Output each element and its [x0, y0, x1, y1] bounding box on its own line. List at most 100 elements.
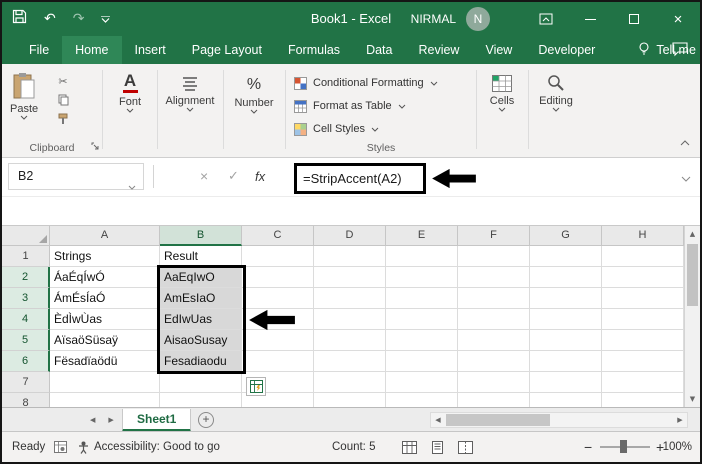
tab-home[interactable]: Home: [62, 36, 122, 64]
cell-A4[interactable]: ÈdÌwÙas: [50, 309, 160, 330]
cell-H2[interactable]: [602, 267, 684, 288]
editing-group-button[interactable]: Editing: [530, 64, 582, 112]
column-header-G[interactable]: G: [530, 226, 602, 246]
vertical-scrollbar[interactable]: ▲ ▼: [684, 226, 700, 407]
tab-file[interactable]: File: [16, 36, 62, 64]
cut-button[interactable]: ✂: [54, 73, 72, 89]
cell-F6[interactable]: [458, 351, 530, 372]
cell-C2[interactable]: [242, 267, 314, 288]
cell-C6[interactable]: [242, 351, 314, 372]
cell-A2[interactable]: ÁaÉqÍwÓ: [50, 267, 160, 288]
cell-G8[interactable]: [530, 393, 602, 407]
format-painter-button[interactable]: [54, 111, 72, 127]
accessibility-status[interactable]: Accessibility: Good to go: [78, 432, 220, 462]
cell-G1[interactable]: [530, 246, 602, 267]
cell-D7[interactable]: [314, 372, 386, 393]
cell-styles-button[interactable]: Cell Styles: [294, 119, 379, 139]
scroll-up-button[interactable]: ▲: [685, 226, 700, 242]
cell-B2[interactable]: AaEqIwO: [160, 267, 242, 288]
tab-data[interactable]: Data: [353, 36, 405, 64]
select-all-button[interactable]: [2, 226, 50, 246]
cell-H4[interactable]: [602, 309, 684, 330]
minimize-button[interactable]: [568, 2, 612, 36]
insert-function-button[interactable]: fx: [255, 163, 265, 190]
cell-G7[interactable]: [530, 372, 602, 393]
customize-qat-button[interactable]: [101, 10, 111, 28]
cell-H8[interactable]: [602, 393, 684, 407]
cell-A5[interactable]: AïsaöSüsaÿ: [50, 330, 160, 351]
scroll-down-button[interactable]: ▼: [685, 391, 700, 407]
cell-A7[interactable]: [50, 372, 160, 393]
cell-H3[interactable]: [602, 288, 684, 309]
column-header-D[interactable]: D: [314, 226, 386, 246]
column-header-E[interactable]: E: [386, 226, 458, 246]
row-header-6[interactable]: 6: [2, 351, 50, 372]
cell-E2[interactable]: [386, 267, 458, 288]
cell-E7[interactable]: [386, 372, 458, 393]
expand-formula-bar-button[interactable]: [681, 169, 691, 187]
cell-H6[interactable]: [602, 351, 684, 372]
copy-button[interactable]: [54, 92, 72, 108]
cell-F3[interactable]: [458, 288, 530, 309]
quick-analysis-button[interactable]: [246, 377, 266, 396]
row-header-1[interactable]: 1: [2, 246, 50, 267]
cell-D1[interactable]: [314, 246, 386, 267]
alignment-group-button[interactable]: Alignment: [159, 64, 221, 112]
row-header-2[interactable]: 2: [2, 267, 50, 288]
cell-D3[interactable]: [314, 288, 386, 309]
horizontal-scrollbar-thumb[interactable]: [446, 414, 550, 426]
scroll-right-button[interactable]: ▶: [673, 416, 687, 424]
column-header-F[interactable]: F: [458, 226, 530, 246]
cell-G6[interactable]: [530, 351, 602, 372]
cell-H1[interactable]: [602, 246, 684, 267]
column-header-C[interactable]: C: [242, 226, 314, 246]
cell-E3[interactable]: [386, 288, 458, 309]
cell-D5[interactable]: [314, 330, 386, 351]
row-header-8[interactable]: 8: [2, 393, 50, 407]
row-header-3[interactable]: 3: [2, 288, 50, 309]
cell-D8[interactable]: [314, 393, 386, 407]
cell-D4[interactable]: [314, 309, 386, 330]
tab-page-layout[interactable]: Page Layout: [179, 36, 275, 64]
row-header-7[interactable]: 7: [2, 372, 50, 393]
cell-H7[interactable]: [602, 372, 684, 393]
cell-B5[interactable]: AisaoSusay: [160, 330, 242, 351]
account-name[interactable]: NIRMAL: [411, 12, 456, 26]
font-group-button[interactable]: A Font: [105, 64, 155, 113]
scroll-left-button[interactable]: ◀: [431, 416, 445, 424]
macro-record-button[interactable]: [54, 432, 67, 462]
number-group-button[interactable]: % Number: [225, 64, 283, 114]
previous-sheet-button[interactable]: ◀: [90, 416, 95, 424]
cell-E8[interactable]: [386, 393, 458, 407]
horizontal-scrollbar[interactable]: ◀ ▶: [430, 412, 688, 428]
redo-button[interactable]: ↷: [73, 12, 85, 26]
maximize-button[interactable]: [612, 2, 656, 36]
cell-D2[interactable]: [314, 267, 386, 288]
cell-E6[interactable]: [386, 351, 458, 372]
cells-group-button[interactable]: Cells: [479, 64, 525, 112]
tab-view[interactable]: View: [472, 36, 525, 64]
tab-insert[interactable]: Insert: [122, 36, 179, 64]
undo-button[interactable]: ↶: [44, 12, 56, 26]
normal-view-button[interactable]: [402, 432, 417, 462]
cell-H5[interactable]: [602, 330, 684, 351]
cell-A8[interactable]: [50, 393, 160, 407]
account-avatar[interactable]: N: [466, 7, 490, 31]
comments-icon[interactable]: [672, 42, 688, 62]
formula-input[interactable]: =StripAccent(A2): [303, 163, 402, 194]
cell-D6[interactable]: [314, 351, 386, 372]
cell-B1[interactable]: Result: [160, 246, 242, 267]
cell-F2[interactable]: [458, 267, 530, 288]
cell-E4[interactable]: [386, 309, 458, 330]
page-layout-view-button[interactable]: [430, 432, 445, 462]
cell-E5[interactable]: [386, 330, 458, 351]
format-as-table-button[interactable]: Format as Table: [294, 96, 406, 116]
cell-C5[interactable]: [242, 330, 314, 351]
paste-button[interactable]: Paste: [10, 64, 38, 120]
cell-C4[interactable]: [242, 309, 314, 330]
column-header-H[interactable]: H: [602, 226, 684, 246]
cell-A1[interactable]: Strings: [50, 246, 160, 267]
new-sheet-button[interactable]: +: [198, 412, 214, 428]
cell-E1[interactable]: [386, 246, 458, 267]
row-header-5[interactable]: 5: [2, 330, 50, 351]
